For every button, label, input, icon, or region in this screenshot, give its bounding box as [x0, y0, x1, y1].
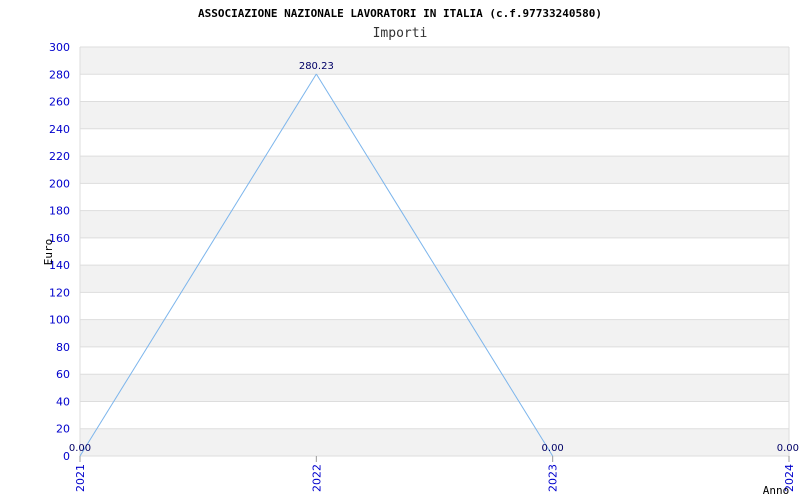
x-tick-label: 2023 — [547, 464, 560, 492]
y-tick-label: 20 — [56, 423, 70, 436]
grid-band — [80, 374, 789, 402]
y-tick-label: 60 — [56, 368, 70, 381]
data-label: 0.00 — [777, 443, 799, 454]
y-tick-label: 120 — [49, 286, 70, 299]
grid-band — [80, 47, 789, 75]
grid-band — [80, 428, 789, 456]
chart: ASSOCIAZIONE NAZIONALE LAVORATORI IN ITA… — [42, 7, 799, 497]
grid-band — [80, 265, 789, 293]
y-axis-label: Euro — [42, 239, 55, 266]
y-tick-label: 240 — [49, 123, 70, 136]
grid-band — [80, 319, 789, 347]
x-tick-label: 2022 — [310, 464, 323, 492]
x-axis-ticks: 2021 2022 2023 2024 — [74, 456, 796, 492]
data-label: 0.00 — [542, 443, 564, 454]
y-tick-label: 280 — [49, 68, 70, 81]
y-tick-label: 80 — [56, 341, 70, 354]
grid-band — [80, 210, 789, 238]
data-label: 280.23 — [299, 61, 334, 72]
data-label: 0.00 — [69, 443, 91, 454]
grid-band — [80, 156, 789, 184]
x-tick-label: 2021 — [74, 464, 87, 492]
chart-subtitle: Importi — [373, 26, 428, 41]
y-tick-label: 100 — [49, 314, 70, 327]
y-tick-label: 260 — [49, 96, 70, 109]
y-tick-label: 40 — [56, 395, 70, 408]
grid-band — [80, 101, 789, 129]
grid-bands — [80, 47, 789, 456]
chart-title: ASSOCIAZIONE NAZIONALE LAVORATORI IN ITA… — [198, 7, 602, 20]
y-tick-label: 200 — [49, 177, 70, 190]
x-axis-label: Anno — [763, 484, 790, 497]
y-tick-label: 220 — [49, 150, 70, 163]
y-tick-label: 180 — [49, 205, 70, 218]
y-tick-label: 300 — [49, 41, 70, 54]
